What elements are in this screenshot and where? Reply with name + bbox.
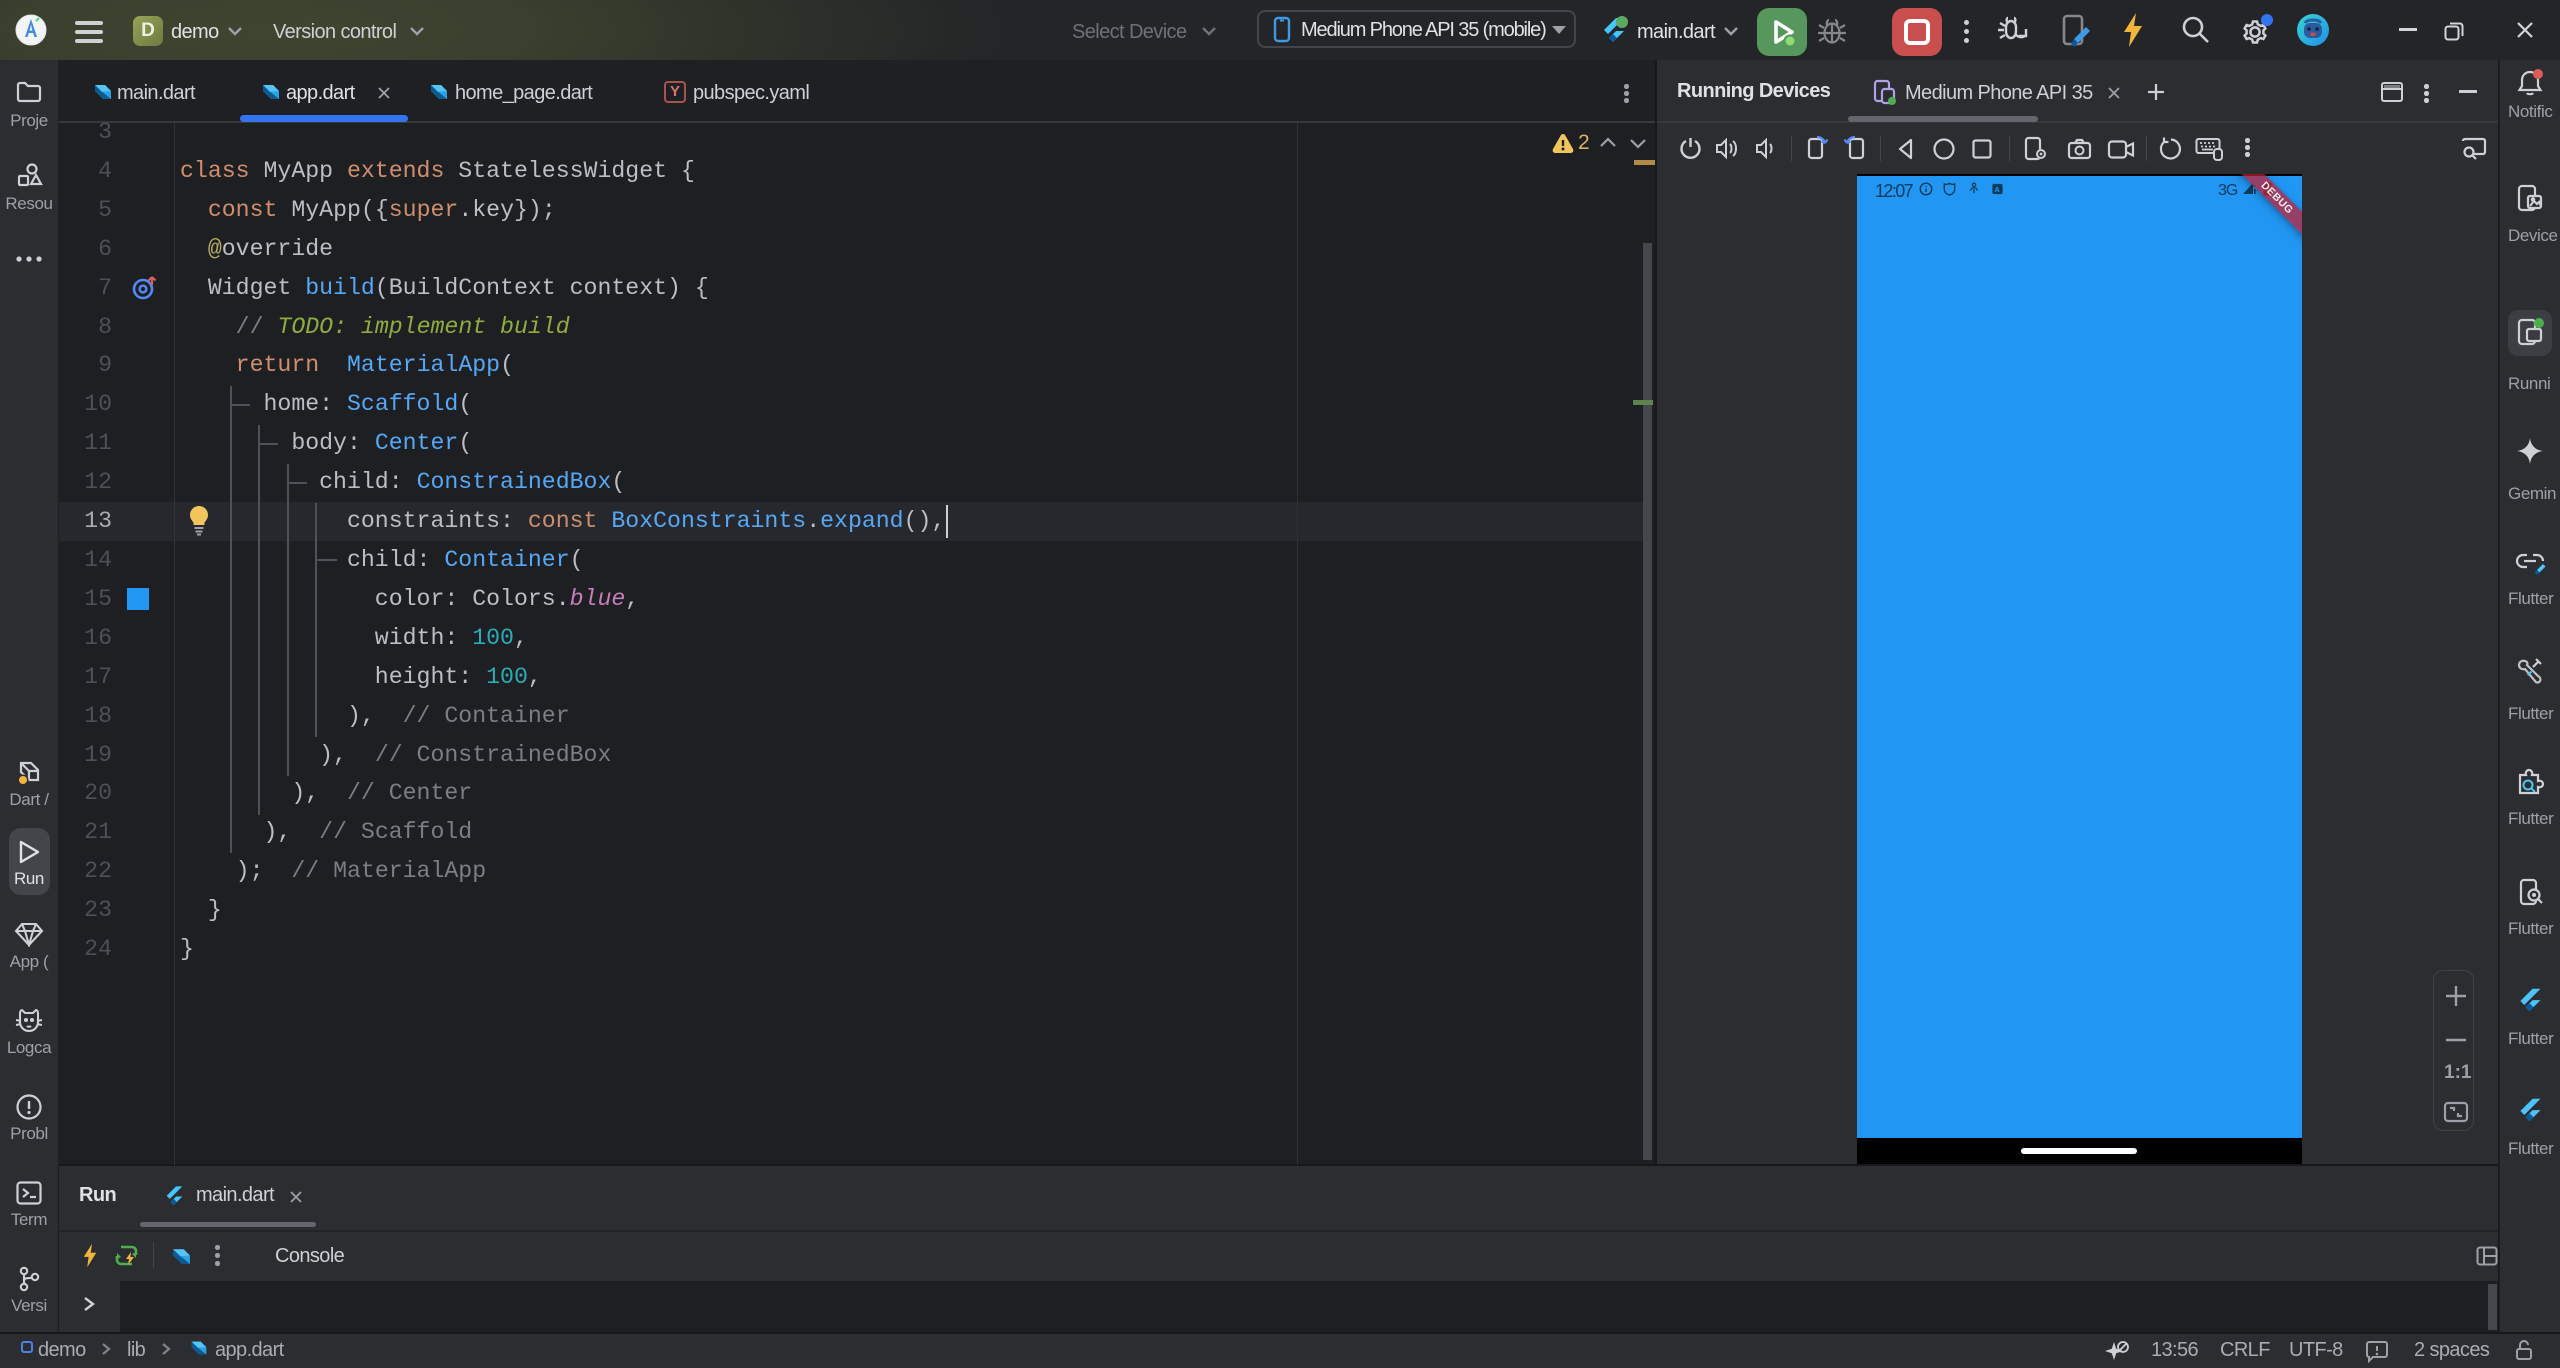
svg-text:1:1: 1:1 (2444, 1062, 2472, 1083)
svg-text:A: A (1994, 185, 2000, 194)
